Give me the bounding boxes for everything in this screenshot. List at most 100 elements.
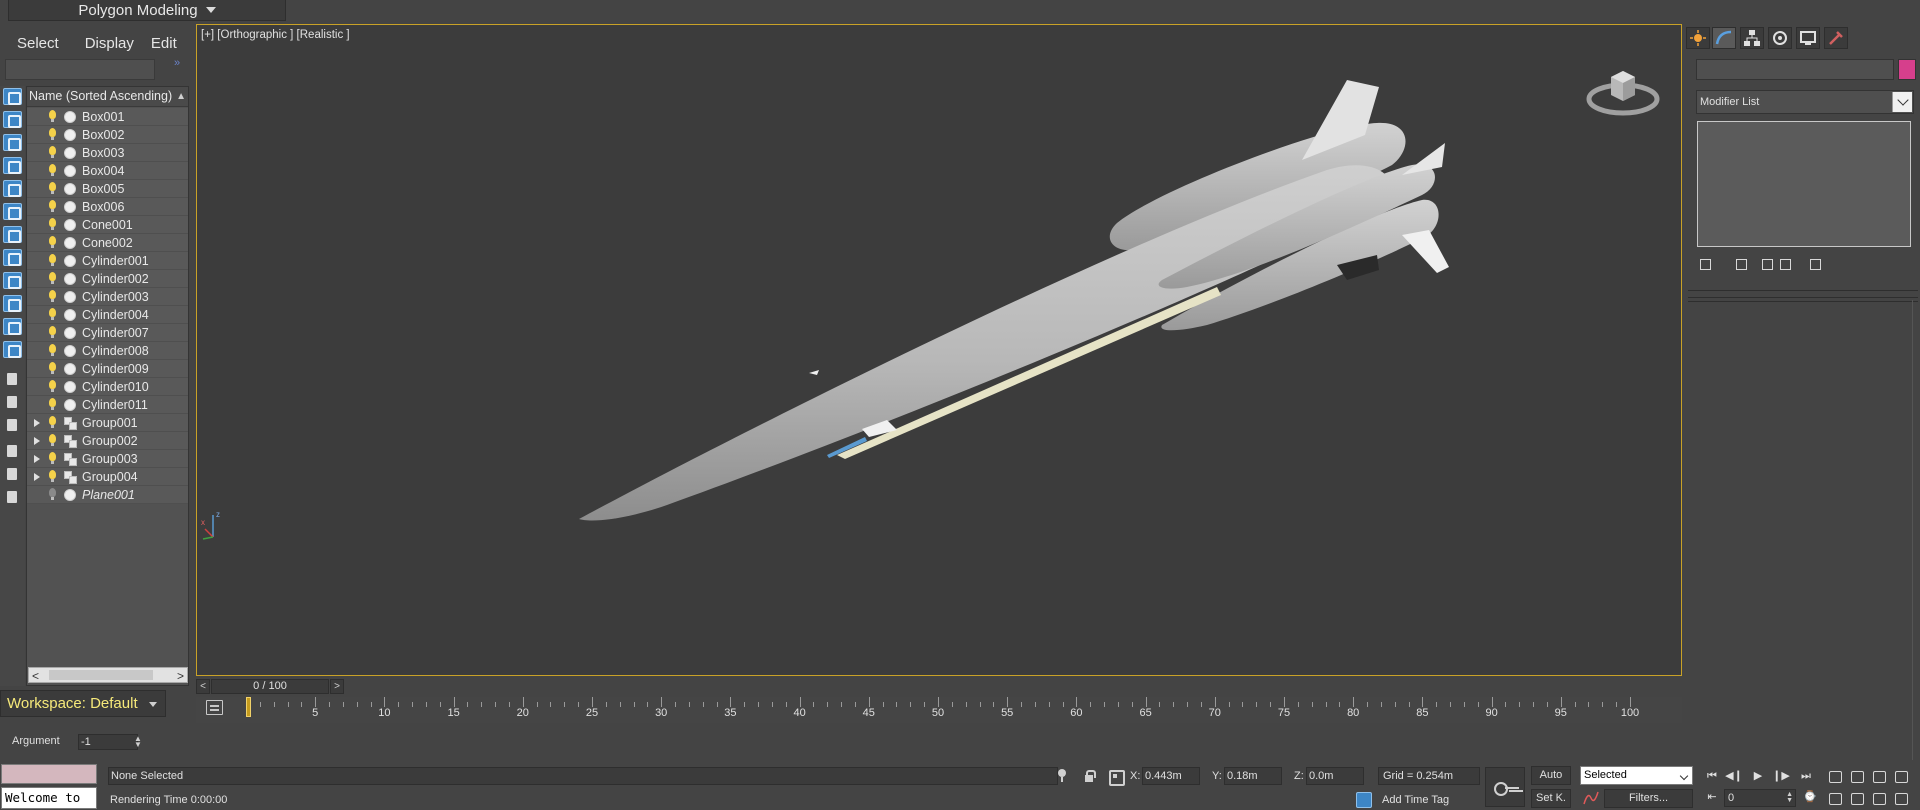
helpers-filter-icon[interactable] (3, 249, 22, 266)
expand-arrow-icon[interactable] (34, 455, 40, 463)
list-item[interactable]: Box003 (27, 144, 188, 162)
orbit-icon[interactable] (1870, 790, 1888, 806)
list-item[interactable]: Cone001 (27, 216, 188, 234)
list-item[interactable]: Box004 (27, 162, 188, 180)
lightbulb-icon[interactable] (49, 128, 56, 140)
lightbulb-icon[interactable] (49, 470, 56, 482)
modify-icon[interactable] (1712, 27, 1736, 49)
key-filter-curve-icon[interactable] (1582, 789, 1600, 807)
lightbulb-icon[interactable] (49, 380, 56, 392)
selection-lock-icon[interactable] (1082, 769, 1096, 783)
key-mode-icon[interactable]: ⇤ (1702, 789, 1722, 805)
expand-arrow-icon[interactable] (34, 437, 40, 445)
previous-frame-icon[interactable]: ◀❙ (1724, 768, 1744, 784)
lightbulb-icon[interactable] (49, 146, 56, 158)
viewport-label-menu[interactable]: [+] [Orthographic ] [Realistic ] (201, 29, 350, 41)
bones-filter-icon[interactable] (3, 341, 22, 358)
time-slider[interactable]: < 0 / 100 > (196, 679, 1682, 695)
properties-icon[interactable] (3, 489, 22, 506)
list-item[interactable]: Box002 (27, 126, 188, 144)
maxscript-listener-input[interactable]: Welcome to (1, 787, 97, 809)
next-frame-button[interactable]: > (330, 679, 344, 694)
list-item[interactable]: Group001 (27, 414, 188, 432)
key-filters-button[interactable]: Filters... (1604, 789, 1693, 808)
list-item[interactable]: Group002 (27, 432, 188, 450)
lightbulb-icon[interactable] (49, 254, 56, 266)
show-end-result-icon[interactable] (1732, 256, 1750, 272)
list-item[interactable]: Box001 (27, 108, 188, 126)
argument-input[interactable]: -1 (78, 734, 138, 750)
pan-icon[interactable] (1848, 790, 1866, 806)
current-frame-marker[interactable] (246, 697, 251, 717)
zoom-all-icon[interactable] (1848, 768, 1866, 784)
motion-icon[interactable] (1768, 27, 1792, 49)
more-menu-icon[interactable]: » (174, 57, 180, 69)
viewcube-icon[interactable] (1583, 55, 1663, 125)
mini-curve-editor-icon[interactable] (206, 700, 223, 715)
workspace-dropdown[interactable]: Workspace: Default (0, 690, 166, 717)
field-of-view-icon[interactable] (1826, 790, 1844, 806)
lightbulb-icon[interactable] (49, 308, 56, 320)
modifier-list-dropdown[interactable]: Modifier List (1696, 90, 1914, 114)
object-color-swatch[interactable] (1898, 59, 1916, 80)
lightbulb-icon[interactable] (49, 164, 56, 176)
viewport-canvas[interactable]: z x (197, 25, 1682, 676)
frozen-filter-icon[interactable] (3, 371, 22, 388)
list-item[interactable]: Cylinder008 (27, 342, 188, 360)
list-item[interactable]: Box005 (27, 180, 188, 198)
absolute-mode-icon[interactable] (1108, 769, 1125, 786)
spinner-icon[interactable]: ▲ ▼ (134, 735, 142, 749)
column-header-name[interactable]: Name (Sorted Ascending) ▲ (27, 87, 188, 107)
hierarchy-icon[interactable] (1740, 27, 1764, 49)
object-name-field[interactable] (1696, 59, 1894, 80)
time-configuration-icon[interactable]: ⌚ (1800, 789, 1820, 805)
display-invert-icon[interactable] (3, 134, 22, 151)
geometry-filter-icon[interactable] (3, 157, 22, 174)
menu-display[interactable]: Display (68, 35, 134, 52)
current-frame-field[interactable]: 0 ▲ ▼ (1724, 789, 1796, 807)
list-item[interactable]: Cylinder007 (27, 324, 188, 342)
next-frame-icon[interactable]: ❙▶ (1771, 768, 1791, 784)
play-icon[interactable]: ▶ (1748, 768, 1768, 784)
frame-ruler[interactable]: 5 10 15 20 25 30 35 40 45 50 55 60 65 70 75 80 85 90 95 100 (246, 697, 1639, 723)
lightbulb-icon[interactable] (49, 416, 56, 428)
perspective-viewport[interactable]: z x [+] [Orthographic ] [Realistic ] (196, 24, 1682, 676)
lightbulb-icon[interactable] (49, 452, 56, 464)
selection-set-dropdown[interactable]: Selected (1580, 766, 1693, 785)
scroll-right-icon[interactable]: > (177, 669, 184, 683)
list-item[interactable]: Cylinder004 (27, 306, 188, 324)
list-item[interactable]: Group003 (27, 450, 188, 468)
list-item[interactable]: Cylinder010 (27, 378, 188, 396)
pin-stack-icon[interactable] (1696, 256, 1714, 272)
scroll-left-icon[interactable]: < (32, 669, 39, 683)
time-slider-thumb[interactable]: 0 / 100 (211, 679, 329, 694)
menu-edit[interactable]: Edit (134, 35, 177, 52)
explorer-horizontal-scrollbar[interactable]: < > (28, 667, 188, 683)
x-coord-field[interactable]: 0.443m (1142, 767, 1200, 785)
display-all-icon[interactable] (3, 111, 22, 128)
expand-arrow-icon[interactable] (34, 419, 40, 427)
all-filter-icon[interactable] (3, 417, 22, 434)
list-item[interactable]: Cylinder011 (27, 396, 188, 414)
track-bar[interactable]: 5 10 15 20 25 30 35 40 45 50 55 60 65 70 75 80 85 90 95 100 (196, 697, 1682, 723)
utilities-icon[interactable] (1824, 27, 1848, 49)
lightbulb-icon[interactable] (49, 326, 56, 338)
previous-frame-button[interactable]: < (196, 679, 210, 694)
lightbulb-icon[interactable] (49, 290, 56, 302)
lightbulb-icon[interactable] (49, 200, 56, 212)
ribbon-dropdown[interactable]: Polygon Modeling (8, 0, 286, 21)
lights-filter-icon[interactable] (3, 203, 22, 220)
lightbulb-icon[interactable] (49, 488, 56, 500)
modifier-stack[interactable] (1697, 121, 1911, 247)
shapes-filter-icon[interactable] (3, 180, 22, 197)
maximize-viewport-icon[interactable] (1892, 790, 1910, 806)
xrefs-filter-icon[interactable] (3, 318, 22, 335)
zoom-extents-icon[interactable] (1870, 768, 1888, 784)
remove-modifier-icon[interactable] (1776, 256, 1794, 272)
zoom-extents-all-icon[interactable] (1892, 768, 1910, 784)
explorer-search-input[interactable] (5, 59, 155, 80)
make-unique-icon[interactable] (1758, 256, 1776, 272)
lightbulb-icon[interactable] (49, 272, 56, 284)
lightbulb-icon[interactable] (49, 434, 56, 446)
list-item[interactable]: Cylinder001 (27, 252, 188, 270)
